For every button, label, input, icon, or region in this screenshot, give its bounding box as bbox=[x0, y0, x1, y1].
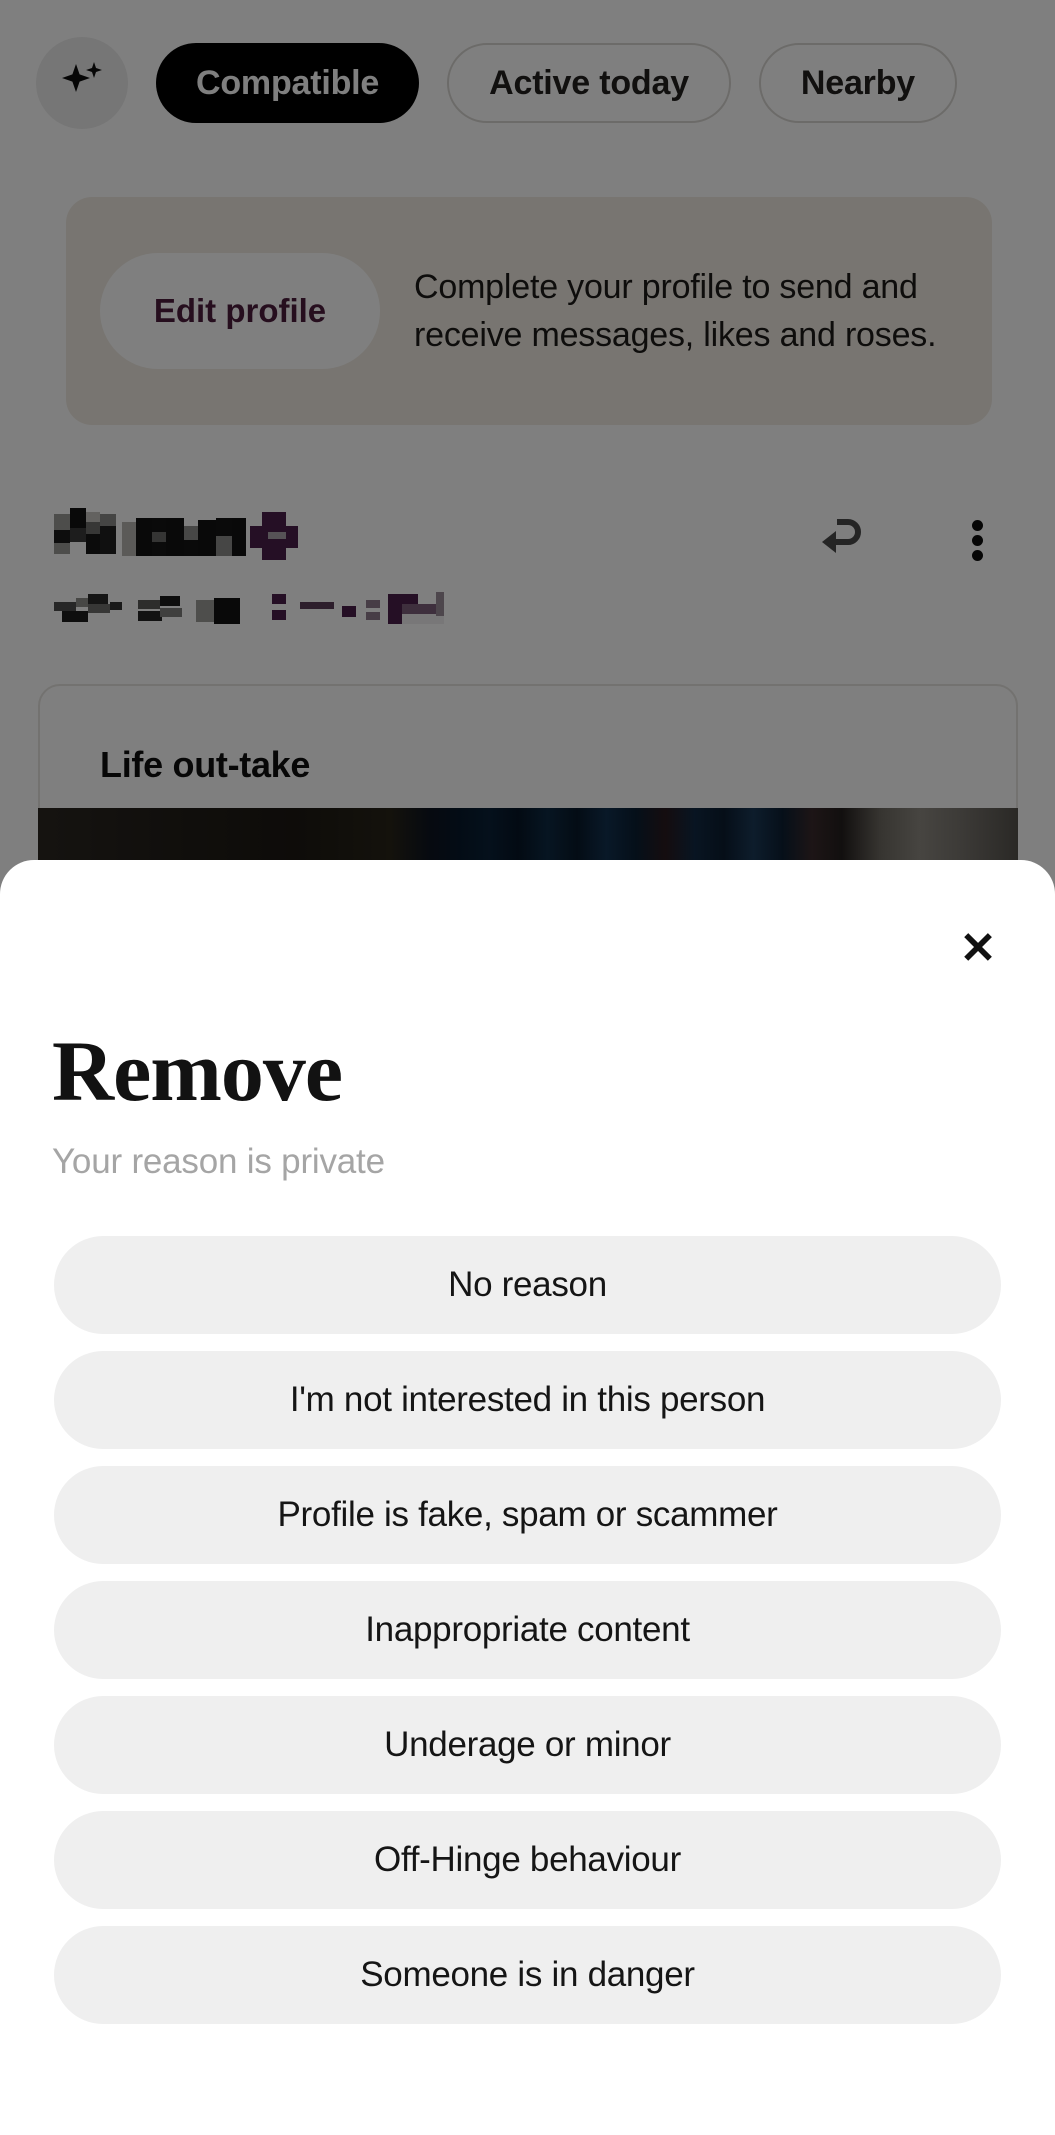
reason-option-off-hinge-behaviour[interactable]: Off-Hinge behaviour bbox=[54, 1811, 1001, 1909]
reason-option-inappropriate-content[interactable]: Inappropriate content bbox=[54, 1581, 1001, 1679]
reason-option-label: Inappropriate content bbox=[365, 1610, 690, 1649]
sheet-subtitle: Your reason is private bbox=[52, 1142, 385, 1181]
reason-option-label: Underage or minor bbox=[384, 1725, 671, 1764]
close-icon: ✕ bbox=[959, 924, 997, 973]
reason-option-not-interested[interactable]: I'm not interested in this person bbox=[54, 1351, 1001, 1449]
reason-option-label: No reason bbox=[448, 1265, 607, 1304]
reason-option-label: Someone is in danger bbox=[360, 1955, 695, 1994]
remove-reason-sheet: ✕ Remove Your reason is private No reaso… bbox=[0, 860, 1055, 2135]
reason-options-list: No reason I'm not interested in this per… bbox=[54, 1236, 1001, 2024]
reason-option-no-reason[interactable]: No reason bbox=[54, 1236, 1001, 1334]
reason-option-label: Profile is fake, spam or scammer bbox=[277, 1495, 778, 1534]
reason-option-label: Off-Hinge behaviour bbox=[374, 1840, 681, 1879]
sheet-title: Remove bbox=[52, 1023, 343, 1119]
reason-option-someone-in-danger[interactable]: Someone is in danger bbox=[54, 1926, 1001, 2024]
reason-option-underage-or-minor[interactable]: Underage or minor bbox=[54, 1696, 1001, 1794]
reason-option-label: I'm not interested in this person bbox=[289, 1380, 766, 1419]
reason-option-fake-spam-scammer[interactable]: Profile is fake, spam or scammer bbox=[54, 1466, 1001, 1564]
close-button[interactable]: ✕ bbox=[947, 918, 1009, 980]
